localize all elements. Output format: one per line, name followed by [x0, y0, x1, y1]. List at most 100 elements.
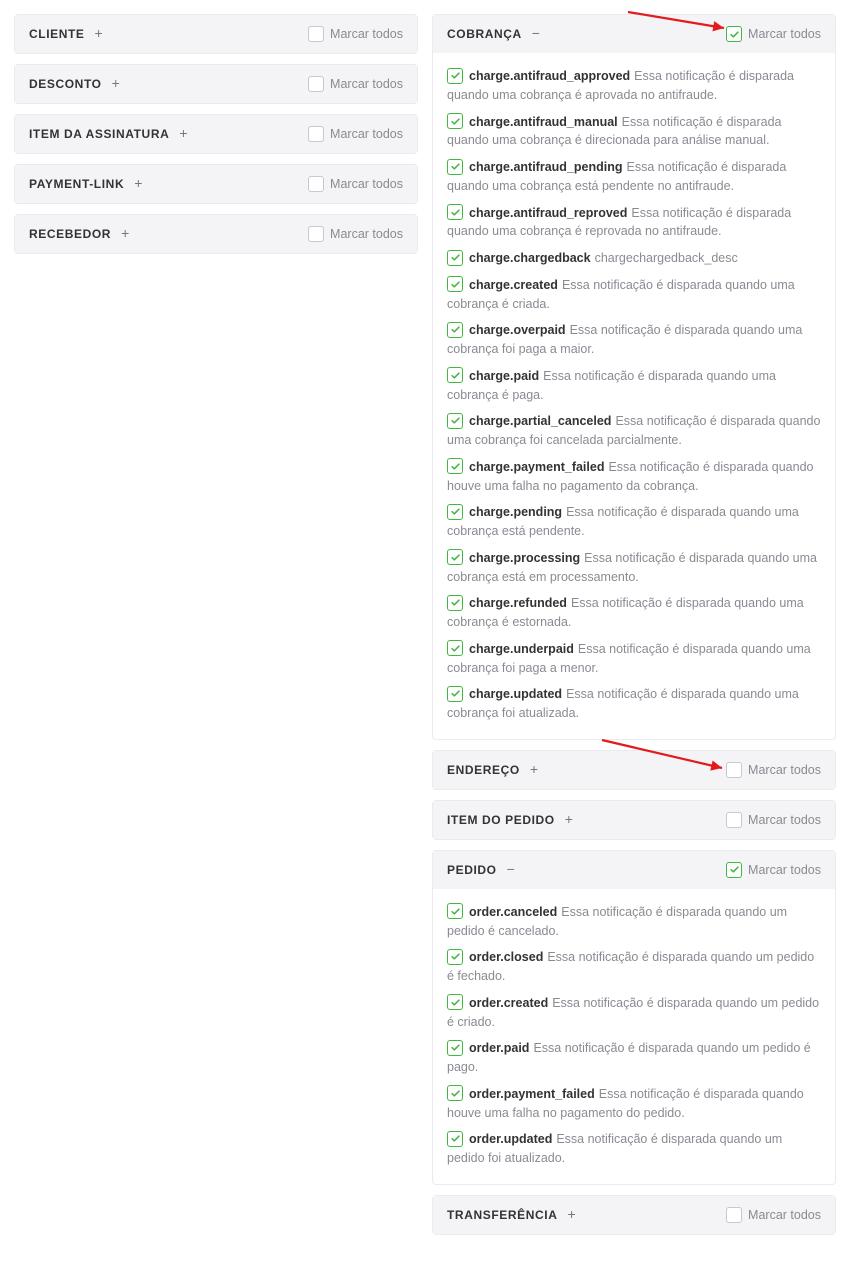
panel-title: COBRANÇA — [447, 27, 522, 41]
panel-title: PAYMENT-LINK — [29, 177, 124, 191]
mark-all-checkbox[interactable] — [308, 176, 324, 192]
list-item: order.paidEssa notificação é disparada q… — [447, 1035, 821, 1081]
panel-title-wrap: PEDIDO− — [447, 863, 515, 877]
item-checkbox[interactable] — [447, 549, 463, 565]
panel-header[interactable]: TRANSFERÊNCIA + Marcar todos — [433, 1196, 835, 1234]
panel: CLIENTE+Marcar todos — [14, 14, 418, 54]
list-item: charge.overpaidEssa notificação é dispar… — [447, 317, 821, 363]
panel-header[interactable]: ENDEREÇO+Marcar todos — [433, 751, 835, 789]
panel-title-wrap: PAYMENT-LINK + — [29, 177, 142, 191]
item-name: charge.partial_canceled — [469, 414, 611, 428]
item-name: charge.updated — [469, 687, 562, 701]
mark-all[interactable]: Marcar todos — [726, 26, 821, 42]
panel: ENDEREÇO+Marcar todos — [432, 750, 836, 790]
mark-all[interactable]: Marcar todos — [308, 26, 403, 42]
list-item: charge.paidEssa notificação é disparada … — [447, 363, 821, 409]
panel: PEDIDO−Marcar todosorder.canceledEssa no… — [432, 850, 836, 1185]
list-item: order.createdEssa notificação é disparad… — [447, 990, 821, 1036]
mark-all-checkbox[interactable] — [308, 76, 324, 92]
mark-all-checkbox[interactable] — [308, 26, 324, 42]
list-item: charge.partial_canceledEssa notificação … — [447, 408, 821, 454]
panel-title: RECEBEDOR — [29, 227, 111, 241]
list-item: charge.antifraud_manualEssa notificação … — [447, 109, 821, 155]
item-checkbox[interactable] — [447, 367, 463, 383]
panel-title-wrap: TRANSFERÊNCIA + — [447, 1208, 576, 1222]
item-name: order.created — [469, 996, 548, 1010]
expand-icon[interactable]: + — [530, 762, 538, 776]
mark-all[interactable]: Marcar todos — [726, 862, 821, 878]
expand-icon[interactable]: + — [121, 226, 129, 240]
item-checkbox[interactable] — [447, 413, 463, 429]
item-checkbox[interactable] — [447, 1131, 463, 1147]
item-name: order.updated — [469, 1132, 552, 1146]
panel-header[interactable]: PAYMENT-LINK + Marcar todos — [15, 165, 417, 203]
expand-icon[interactable]: + — [112, 76, 120, 90]
list-item: charge.updatedEssa notificação é dispara… — [447, 681, 821, 727]
expand-icon[interactable]: + — [565, 812, 573, 826]
mark-all-checkbox[interactable] — [308, 226, 324, 242]
item-name: order.payment_failed — [469, 1087, 595, 1101]
mark-all-label: Marcar todos — [330, 77, 403, 91]
panel-header[interactable]: PEDIDO− Marcar todos — [433, 851, 835, 889]
panel-title: ITEM DA ASSINATURA — [29, 127, 169, 141]
panel-title: TRANSFERÊNCIA — [447, 1208, 557, 1222]
mark-all[interactable]: Marcar todos — [308, 176, 403, 192]
panel-header[interactable]: ITEM DO PEDIDO + Marcar todos — [433, 801, 835, 839]
panel: TRANSFERÊNCIA + Marcar todos — [432, 1195, 836, 1235]
expand-icon[interactable]: + — [567, 1207, 575, 1221]
item-checkbox[interactable] — [447, 640, 463, 656]
mark-all-checkbox[interactable] — [726, 862, 742, 878]
collapse-icon[interactable]: − — [507, 862, 515, 876]
item-checkbox[interactable] — [447, 1085, 463, 1101]
panel-header[interactable]: CLIENTE+Marcar todos — [15, 15, 417, 53]
item-checkbox[interactable] — [447, 686, 463, 702]
column-0: CLIENTE+Marcar todosDESCONTO+Marcar todo… — [14, 14, 418, 1235]
collapse-icon[interactable]: − — [532, 26, 540, 40]
item-name: charge.antifraud_pending — [469, 160, 623, 174]
item-checkbox[interactable] — [447, 994, 463, 1010]
item-checkbox[interactable] — [447, 250, 463, 266]
mark-all[interactable]: Marcar todos — [308, 226, 403, 242]
mark-all[interactable]: Marcar todos — [308, 76, 403, 92]
panel-header[interactable]: DESCONTO+ Marcar todos — [15, 65, 417, 103]
mark-all-checkbox[interactable] — [726, 26, 742, 42]
expand-icon[interactable]: + — [179, 126, 187, 140]
panel-body: charge.antifraud_approvedEssa notificaçã… — [433, 53, 835, 739]
item-checkbox[interactable] — [447, 204, 463, 220]
item-checkbox[interactable] — [447, 322, 463, 338]
item-checkbox[interactable] — [447, 68, 463, 84]
panel-title: ITEM DO PEDIDO — [447, 813, 555, 827]
item-checkbox[interactable] — [447, 903, 463, 919]
panel-header[interactable]: RECEBEDOR + Marcar todos — [15, 215, 417, 253]
panel-title-wrap: COBRANÇA− — [447, 27, 540, 41]
item-checkbox[interactable] — [447, 1040, 463, 1056]
item-checkbox[interactable] — [447, 458, 463, 474]
mark-all[interactable]: Marcar todos — [308, 126, 403, 142]
mark-all[interactable]: Marcar todos — [726, 812, 821, 828]
mark-all[interactable]: Marcar todos — [726, 762, 821, 778]
panel-header[interactable]: COBRANÇA− Marcar todos — [433, 15, 835, 53]
list-item: charge.antifraud_approvedEssa notificaçã… — [447, 63, 821, 109]
mark-all-checkbox[interactable] — [308, 126, 324, 142]
item-name: order.paid — [469, 1041, 529, 1055]
item-name: order.closed — [469, 950, 543, 964]
item-checkbox[interactable] — [447, 113, 463, 129]
list-item: charge.chargedbackchargechargedback_desc — [447, 245, 821, 272]
item-checkbox[interactable] — [447, 949, 463, 965]
item-checkbox[interactable] — [447, 595, 463, 611]
item-checkbox[interactable] — [447, 276, 463, 292]
mark-all-checkbox[interactable] — [726, 1207, 742, 1223]
list-item: charge.antifraud_pendingEssa notificação… — [447, 154, 821, 200]
mark-all-checkbox[interactable] — [726, 762, 742, 778]
mark-all-label: Marcar todos — [748, 1208, 821, 1222]
mark-all-checkbox[interactable] — [726, 812, 742, 828]
list-item: charge.underpaidEssa notificação é dispa… — [447, 636, 821, 682]
mark-all-label: Marcar todos — [330, 27, 403, 41]
expand-icon[interactable]: + — [134, 176, 142, 190]
expand-icon[interactable]: + — [95, 26, 103, 40]
mark-all[interactable]: Marcar todos — [726, 1207, 821, 1223]
panel-title-wrap: DESCONTO+ — [29, 77, 120, 91]
panel-header[interactable]: ITEM DA ASSINATURA + Marcar todos — [15, 115, 417, 153]
item-checkbox[interactable] — [447, 504, 463, 520]
item-checkbox[interactable] — [447, 159, 463, 175]
